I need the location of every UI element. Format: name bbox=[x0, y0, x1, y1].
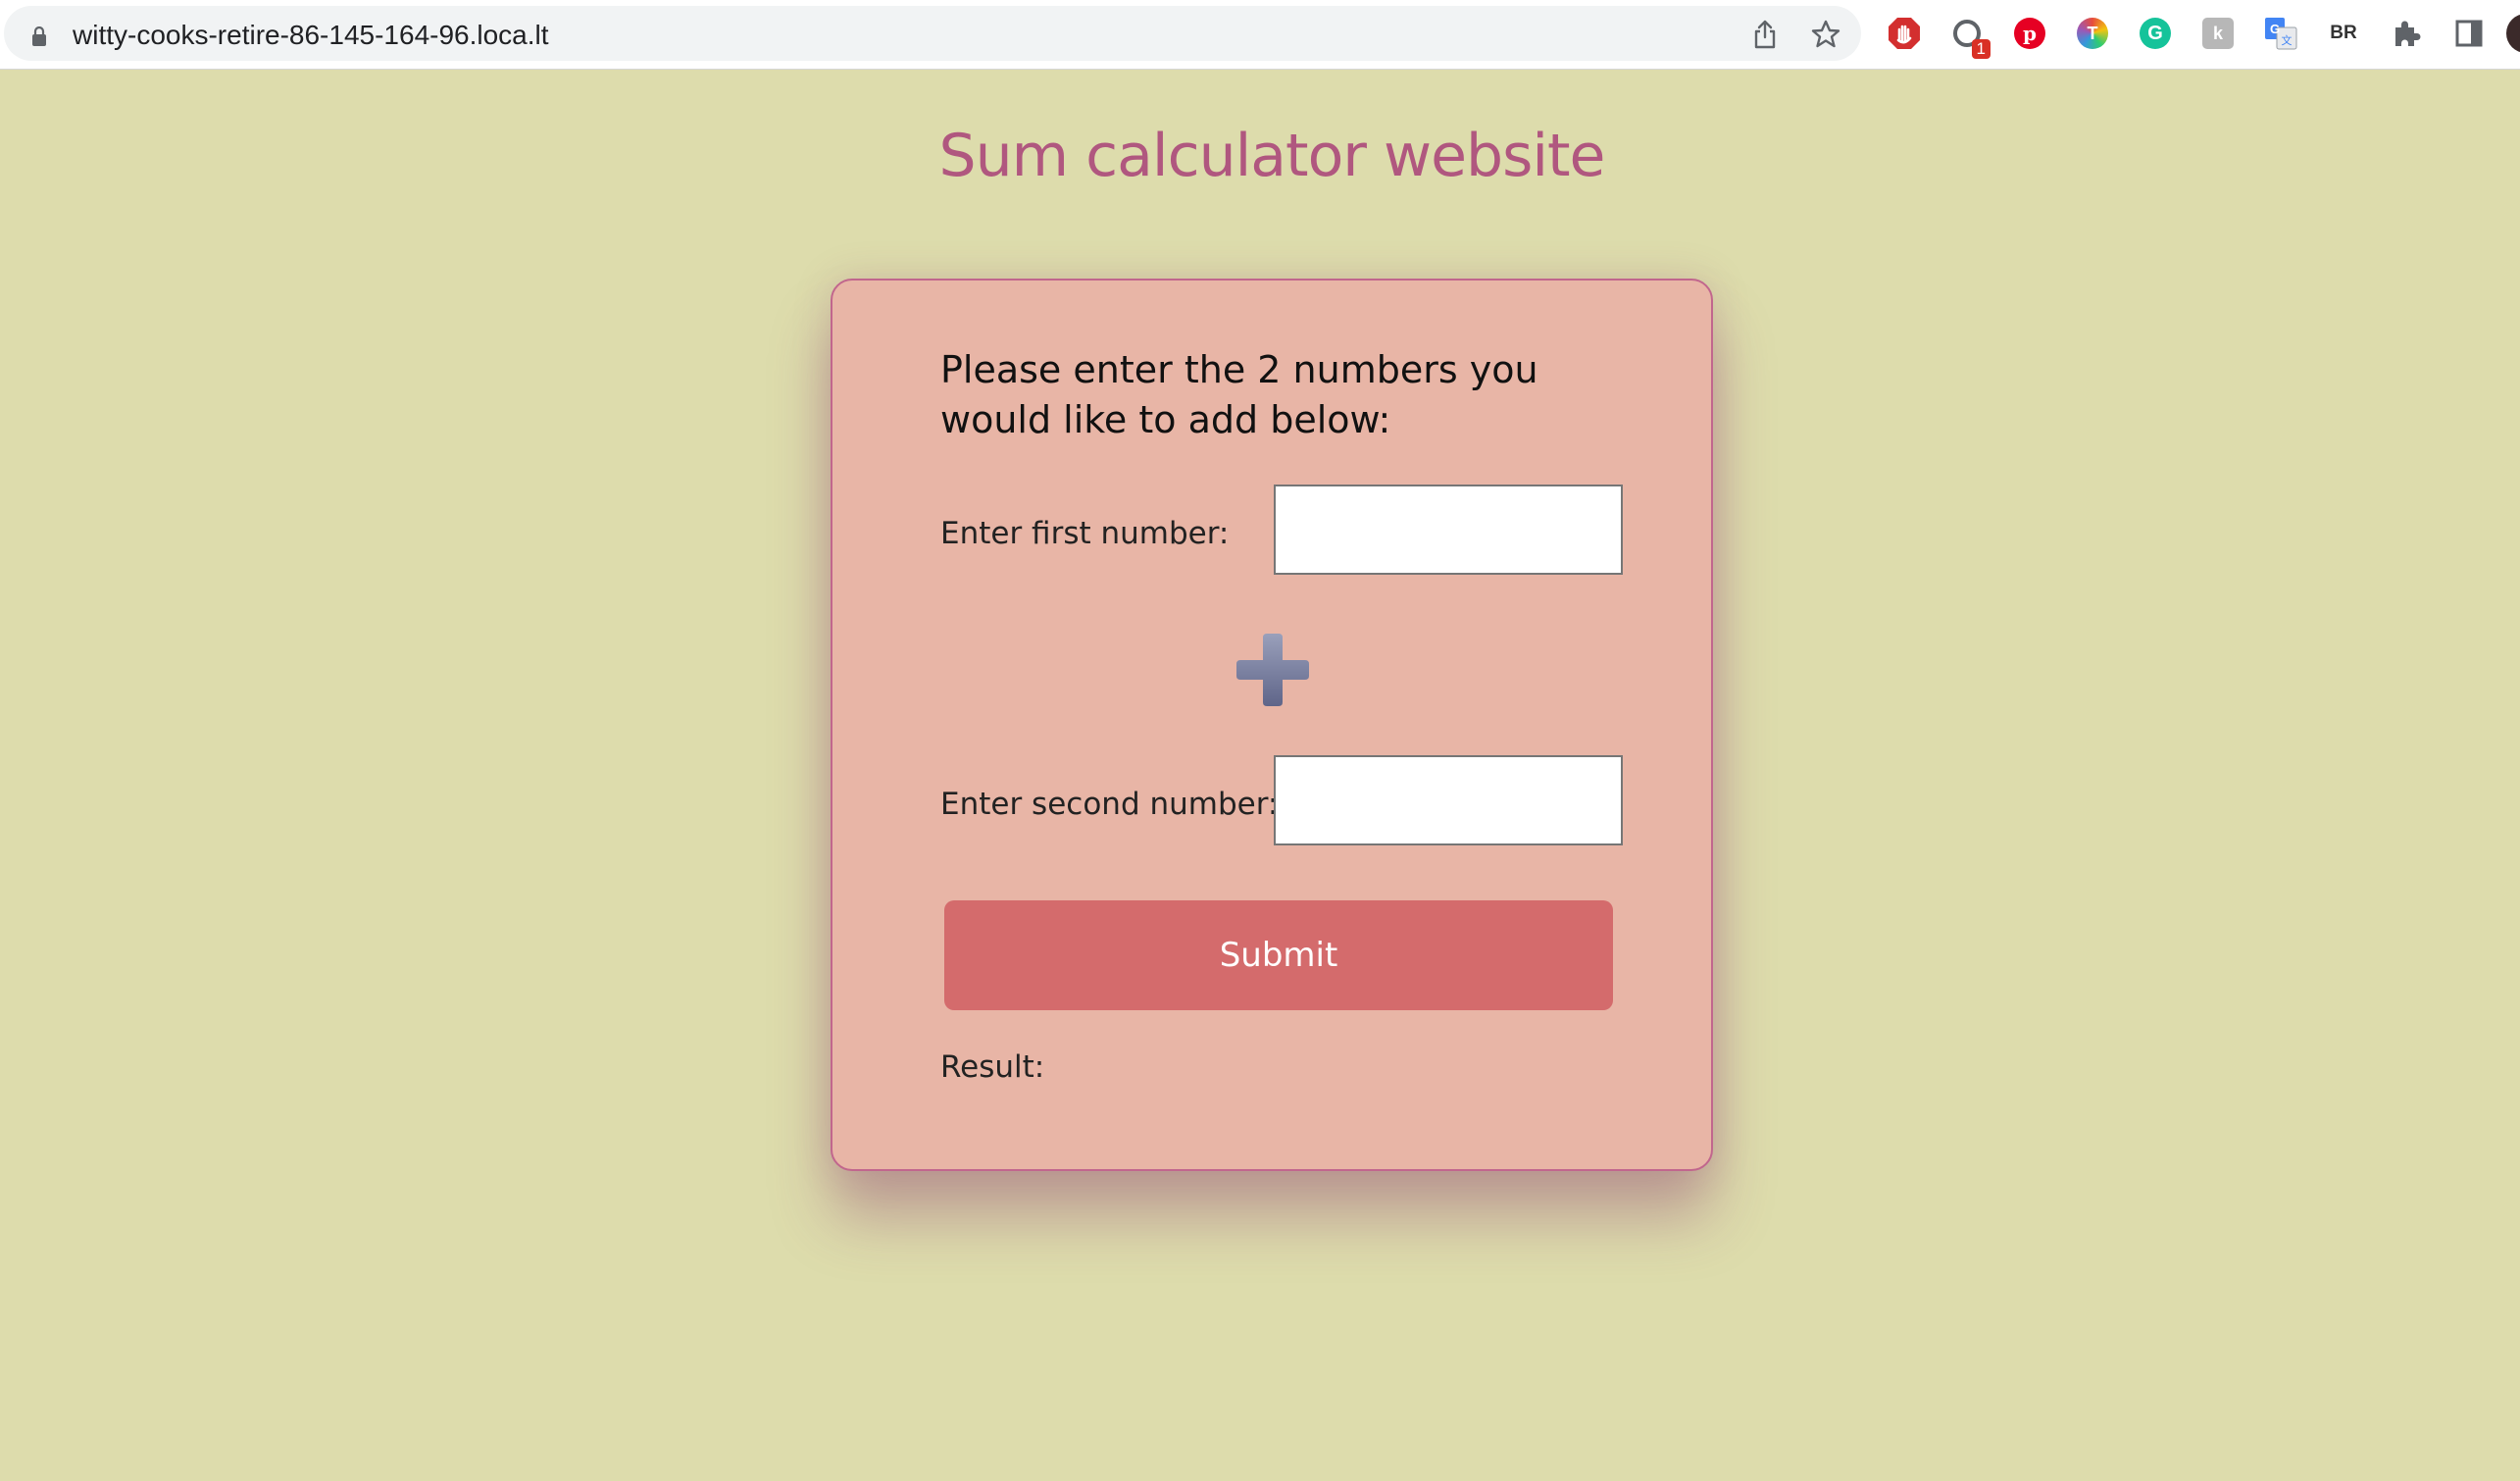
google-translate-icon[interactable]: G 文 bbox=[2263, 16, 2298, 51]
result-label: Result: bbox=[940, 1049, 1045, 1085]
share-icon[interactable] bbox=[1749, 19, 1781, 50]
calculator-card: Please enter the 2 numbers you would lik… bbox=[831, 279, 1713, 1171]
puzzle-icon[interactable] bbox=[2389, 16, 2424, 51]
address-bar[interactable]: witty-cooks-retire-86-145-164-96.loca.lt bbox=[4, 6, 1861, 61]
profile-avatar[interactable] bbox=[2506, 14, 2520, 53]
grammarly-icon[interactable]: G bbox=[2138, 16, 2173, 51]
first-number-input[interactable] bbox=[1274, 485, 1623, 575]
extension-badge-icon[interactable]: 1 bbox=[1949, 16, 1991, 59]
lock-icon[interactable] bbox=[31, 26, 47, 46]
adblock-icon[interactable] bbox=[1887, 16, 1922, 51]
bookmark-star-icon[interactable] bbox=[1810, 19, 1841, 50]
pinterest-icon[interactable]: p bbox=[2012, 16, 2047, 51]
color-t-icon[interactable]: T bbox=[2075, 16, 2110, 51]
extension-badge-count: 1 bbox=[1971, 39, 1991, 59]
url-text[interactable]: witty-cooks-retire-86-145-164-96.loca.lt bbox=[73, 20, 549, 51]
side-panel-icon[interactable] bbox=[2451, 16, 2487, 51]
instructions-text: Please enter the 2 numbers you would lik… bbox=[940, 348, 1538, 441]
svg-text:G: G bbox=[2270, 22, 2280, 36]
browser-toolbar: witty-cooks-retire-86-145-164-96.loca.lt… bbox=[0, 0, 2520, 70]
page-title: Sum calculator website bbox=[938, 122, 1606, 190]
svg-text:文: 文 bbox=[2282, 33, 2293, 47]
plus-icon bbox=[1236, 634, 1309, 706]
second-number-input[interactable] bbox=[1274, 755, 1623, 845]
br-icon[interactable]: BR bbox=[2326, 16, 2361, 51]
second-number-label: Enter second number: bbox=[940, 787, 1279, 822]
submit-button[interactable]: Submit bbox=[944, 900, 1613, 1010]
extension-k-icon[interactable]: k bbox=[2200, 16, 2236, 51]
first-number-label: Enter first number: bbox=[940, 516, 1230, 551]
